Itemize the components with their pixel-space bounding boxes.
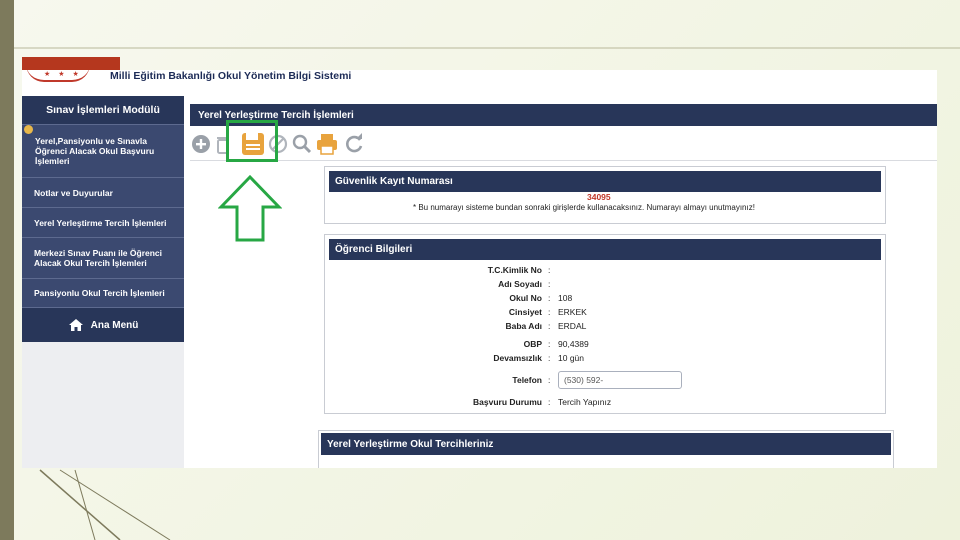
student-header: Öğrenci Bilgileri — [329, 239, 881, 260]
field-label: Devamsızlık — [493, 353, 542, 363]
highlight-box — [226, 120, 278, 162]
phone-input[interactable]: (530) 592- — [558, 371, 682, 389]
field-value: 10 gün — [558, 353, 584, 363]
student-panel: Öğrenci Bilgileri T.C.Kimlik No : Adı So… — [324, 234, 886, 414]
field-row-gender: Cinsiyet : ERKEK — [325, 307, 885, 321]
preferences-panel: Yerel Yerleştirme Okul Tercihleriniz — [318, 430, 894, 468]
security-header: Güvenlik Kayıt Numarası — [329, 171, 881, 192]
up-arrow-annotation — [218, 174, 282, 242]
field-row-father: Baba Adı : ERDAL — [325, 321, 885, 335]
info-bullet-icon — [24, 125, 33, 134]
toolbar — [190, 128, 937, 161]
field-value: 108 — [558, 293, 573, 303]
home-menu-button[interactable]: Ana Menü — [22, 307, 184, 342]
add-icon[interactable] — [190, 133, 212, 155]
sidebar-item-pansiyonlu[interactable]: Pansiyonlu Okul Tercih İşlemleri — [22, 278, 184, 307]
security-note: * Bu numarayı sisteme bundan sonraki gir… — [413, 203, 755, 212]
field-row-name: Adı Soyadı : — [325, 279, 885, 293]
field-row-school-no: Okul No : 108 — [325, 293, 885, 307]
sidebar-header: Sınav İşlemleri Modülü — [22, 96, 184, 124]
sidebar-item-label: Yerel Yerleştirme Tercih İşlemleri — [34, 217, 167, 228]
field-label: OBP — [523, 339, 542, 349]
field-label: Baba Adı — [505, 321, 542, 331]
field-label: Başvuru Durumu — [473, 397, 542, 407]
sidebar-item-label: Pansiyonlu Okul Tercih İşlemleri — [34, 288, 165, 298]
field-colon: : — [548, 279, 551, 289]
field-row-status: Başvuru Durumu : Tercih Yapınız — [325, 397, 885, 411]
refresh-icon[interactable] — [343, 133, 365, 155]
top-bar: ★ ★ ★ Milli Eğitim Bakanlığı Okul Yöneti… — [22, 70, 937, 96]
search-icon[interactable] — [291, 133, 313, 155]
field-colon: : — [548, 265, 551, 275]
field-value: Tercih Yapınız — [558, 397, 612, 407]
sidebar-item-notlar[interactable]: Notlar ve Duyurular — [22, 177, 184, 207]
field-value: ERKEK — [558, 307, 587, 317]
field-colon: : — [548, 375, 551, 385]
field-colon: : — [548, 293, 551, 303]
screenshot-frame: ★ ★ ★ Milli Eğitim Bakanlığı Okul Yöneti… — [22, 70, 937, 468]
field-label: Cinsiyet — [508, 307, 542, 317]
sidebar-item-label: Notlar ve Duyurular — [34, 187, 113, 198]
sidebar-item-yerel-yerlestirme[interactable]: Yerel Yerleştirme Tercih İşlemleri — [22, 207, 184, 237]
preferences-header: Yerel Yerleştirme Okul Tercihleriniz — [321, 433, 891, 455]
sidebar: Sınav İşlemleri Modülü Yerel,Pansiyonlu … — [22, 96, 184, 468]
sidebar-item-label: Yerel,Pansiyonlu ve Sınavla Öğrenci Alac… — [35, 136, 155, 166]
field-row-absence: Devamsızlık : 10 gün — [325, 353, 885, 367]
sidebar-item-label: Merkezi Sınav Puanı ile Öğrenci Alacak O… — [34, 248, 163, 268]
field-value: 90,4389 — [558, 339, 589, 349]
sidebar-item-merkezi-sinav[interactable]: Merkezi Sınav Puanı ile Öğrenci Alacak O… — [22, 237, 184, 278]
field-label: T.C.Kimlik No — [487, 265, 542, 275]
sidebar-item-okul-basvuru[interactable]: Yerel,Pansiyonlu ve Sınavla Öğrenci Alac… — [22, 124, 184, 177]
security-number: 34095 — [587, 192, 611, 202]
home-menu-label: Ana Menü — [90, 319, 139, 331]
field-colon: : — [548, 321, 551, 331]
security-panel: Güvenlik Kayıt Numarası 34095 * Bu numar… — [324, 166, 886, 224]
emblem-stars: ★ ★ ★ — [44, 71, 82, 78]
field-label: Okul No — [509, 293, 542, 303]
field-row-tc: T.C.Kimlik No : — [325, 265, 885, 279]
main-header: Yerel Yerleştirme Tercih İşlemleri — [190, 104, 937, 126]
field-colon: : — [548, 307, 551, 317]
home-icon — [68, 319, 83, 331]
field-row-obp: OBP : 90,4389 — [325, 339, 885, 353]
field-colon: : — [548, 353, 551, 363]
field-label: Adı Soyadı — [498, 279, 542, 289]
system-title: Milli Eğitim Bakanlığı Okul Yönetim Bilg… — [110, 70, 352, 82]
field-colon: : — [548, 339, 551, 349]
field-row-phone: Telefon : (530) 592- — [325, 371, 885, 389]
field-label: Telefon — [512, 375, 542, 385]
print-icon[interactable] — [315, 132, 339, 156]
field-value: ERDAL — [558, 321, 587, 331]
field-colon: : — [548, 397, 551, 407]
